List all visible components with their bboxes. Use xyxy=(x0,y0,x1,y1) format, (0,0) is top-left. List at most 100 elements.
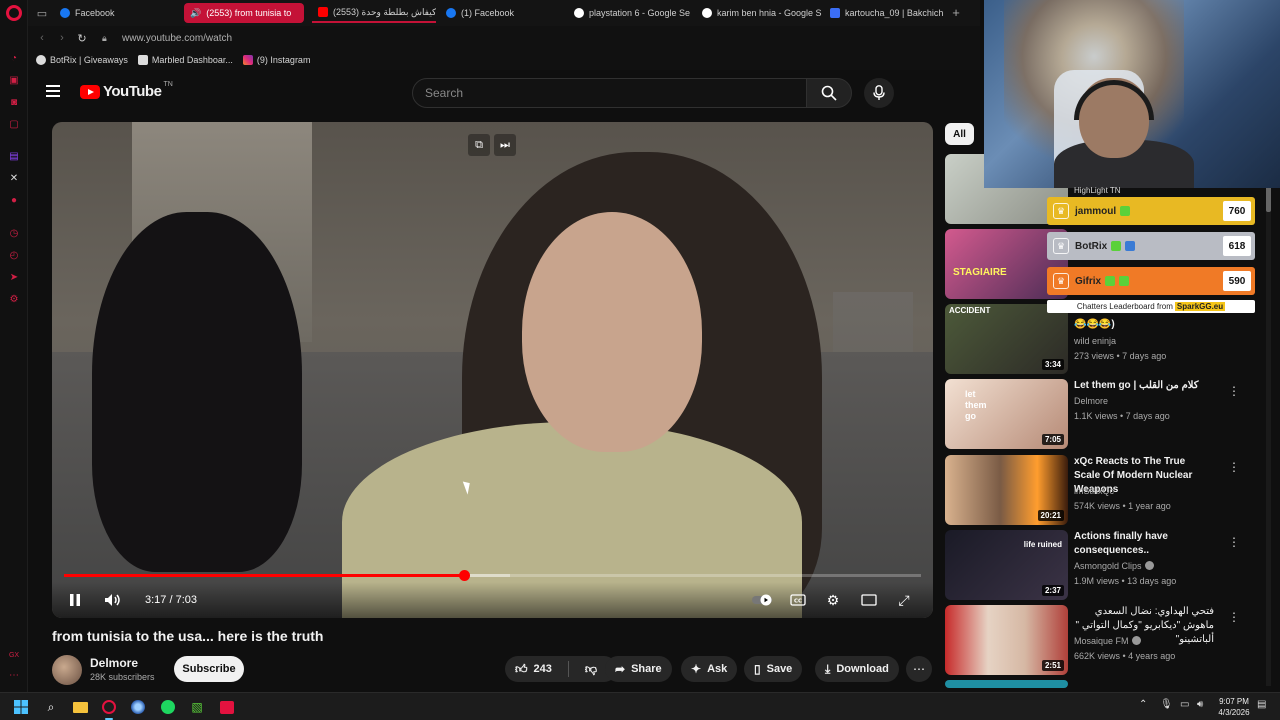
taskbar-search-icon[interactable]: ⌕ xyxy=(41,697,61,717)
send-icon[interactable]: ➤ xyxy=(7,270,21,284)
chromium-icon[interactable] xyxy=(128,697,148,717)
save-button[interactable]: ▯ Save xyxy=(744,656,803,682)
search-input[interactable] xyxy=(413,79,806,107)
autoplay-toggle-icon[interactable] xyxy=(751,588,775,612)
bag-icon[interactable]: ▣ xyxy=(7,73,21,87)
settings-icon[interactable]: ⚙ xyxy=(7,292,21,306)
clock-icon[interactable]: ◴ xyxy=(7,248,21,262)
scrollbar-thumb[interactable] xyxy=(1266,186,1271,212)
tab-facebook-2[interactable]: (1) Facebook xyxy=(440,3,566,23)
more-options-icon[interactable]: ⋮ xyxy=(1228,383,1240,399)
tray-chevron-icon[interactable]: ⌃ xyxy=(1139,699,1147,710)
footer-text: Chatters Leaderboard from xyxy=(1076,302,1173,311)
speaker-icon[interactable]: 🔊 xyxy=(190,8,201,19)
tab-google-karim[interactable]: karim ben hnia - Google S xyxy=(696,3,822,23)
channel-avatar[interactable] xyxy=(52,655,82,685)
new-tab-button[interactable]: + xyxy=(948,5,964,21)
divider xyxy=(567,661,569,677)
tab-facebook[interactable]: Facebook xyxy=(54,3,180,23)
badge-icon xyxy=(1120,206,1131,216)
forward-icon[interactable]: › xyxy=(52,28,72,48)
more-options-icon[interactable]: ⋮ xyxy=(1228,534,1240,550)
file-explorer-icon[interactable] xyxy=(70,697,90,717)
more-options-icon[interactable]: ⋮ xyxy=(1228,459,1240,475)
fullscreen-icon[interactable]: ⤢ xyxy=(892,588,916,612)
filter-chip-all[interactable]: All xyxy=(945,123,974,145)
opera-gx-icon[interactable] xyxy=(99,697,119,720)
bookmark-instagram[interactable]: (9) Instagram xyxy=(242,55,310,65)
notification-icon[interactable]: ▤ xyxy=(1257,699,1266,710)
music-icon[interactable]: ● xyxy=(7,193,21,207)
video-meta: 662K views • 4 years ago xyxy=(1074,651,1176,661)
theater-mode-icon[interactable] xyxy=(857,588,881,612)
dislike-button[interactable]: 👎︎ xyxy=(575,656,607,682)
clock-date: 4/3/2026 xyxy=(1218,708,1250,717)
like-button[interactable]: 👍︎ 243 xyxy=(505,656,562,682)
pinned-app-icon[interactable] xyxy=(217,697,237,717)
network-icon[interactable]: ▭ xyxy=(1180,699,1189,710)
app-icon[interactable]: ▧ xyxy=(187,697,207,717)
messenger-icon[interactable]: ◙ xyxy=(7,95,21,109)
progress-bar[interactable] xyxy=(64,570,921,581)
settings-gear-icon[interactable]: ⚙ xyxy=(821,588,845,612)
leader-name: Gifrix xyxy=(1075,275,1102,287)
instagram-icon[interactable]: ▢ xyxy=(7,117,21,131)
share-button[interactable]: ➦ Share xyxy=(605,656,672,682)
more-icon[interactable]: ⋯ xyxy=(7,668,21,682)
video-player[interactable]: ⧉ ⏭ 3:17 / 7:03 CC ⚙ ⤢ xyxy=(52,122,933,618)
url-field[interactable]: www.youtube.com/watch xyxy=(122,33,232,44)
pause-icon[interactable] xyxy=(63,588,87,612)
more-options-icon[interactable]: ⋮ xyxy=(1228,609,1240,625)
crown-icon: ♛ xyxy=(1053,203,1069,219)
aria-icon[interactable]: ◔ xyxy=(7,51,21,65)
x-icon[interactable]: ✕ xyxy=(7,171,21,185)
svg-text:CC: CC xyxy=(794,599,802,605)
spotify-icon[interactable] xyxy=(158,697,178,717)
ask-button[interactable]: ✦ Ask xyxy=(681,656,738,682)
windows-start-icon[interactable] xyxy=(11,697,31,717)
leader-score: 618 xyxy=(1223,236,1251,256)
video-meta: 1.1K views • 7 days ago xyxy=(1074,411,1170,421)
search-button[interactable] xyxy=(806,78,852,108)
badge-icon xyxy=(1119,276,1130,286)
youtube-play-icon xyxy=(80,84,100,99)
microphone-tray-icon[interactable]: 🎙︎ xyxy=(1160,699,1173,710)
microphone-icon xyxy=(873,85,885,100)
subscribe-button[interactable]: Subscribe xyxy=(174,656,244,682)
more-actions-icon[interactable]: ⋯ xyxy=(906,656,932,682)
address-bar: ‹ › ↻ 🔒︎ www.youtube.com/watch xyxy=(28,26,980,50)
next-video-icon[interactable]: ⏭ xyxy=(494,134,516,156)
tab-bakchich[interactable]: kartoucha_09 | Bakchich p xyxy=(824,3,946,23)
history-icon[interactable]: ◷ xyxy=(7,226,21,240)
bookmark-botrix[interactable]: BotRix | Giveaways xyxy=(36,55,128,65)
back-icon[interactable]: ‹ xyxy=(32,28,52,48)
tab-google-playstation[interactable]: playstation 6 - Google Se xyxy=(568,3,694,23)
bookmark-marbled[interactable]: Marbled Dashboar... xyxy=(137,55,233,65)
speaker-tray-icon[interactable]: 🔊︎ xyxy=(1197,699,1203,710)
leaderboard-row: ♛ jammoul 760 xyxy=(1047,197,1255,225)
video-title: Actions finally have consequences.. xyxy=(1074,531,1168,556)
tab-menu-icon[interactable]: ▭ xyxy=(32,3,52,23)
gx-icon[interactable]: GX xyxy=(7,648,21,662)
crown-icon: ♛ xyxy=(1053,273,1069,289)
volume-icon[interactable] xyxy=(101,588,125,612)
download-button[interactable]: ⤓ Download xyxy=(815,656,899,682)
voice-search-button[interactable] xyxy=(864,78,894,108)
opera-logo-icon[interactable] xyxy=(6,5,22,21)
leaderboard-row: ♛ BotRix 618 xyxy=(1047,232,1255,260)
scrollbar[interactable] xyxy=(1266,186,1271,686)
youtube-logo[interactable]: YouTube TN xyxy=(80,81,173,100)
twitch-icon[interactable]: ▤ xyxy=(7,149,21,163)
menu-icon[interactable] xyxy=(46,85,60,97)
tab-youtube-active[interactable]: 🔊 (2553) from tunisia to xyxy=(184,3,304,23)
video-thumbnail: ACCIDENT 3:34 xyxy=(945,304,1068,374)
miniplayer-icon[interactable]: ⧉ xyxy=(468,134,490,156)
thumbs-down-icon: 👎︎ xyxy=(584,661,598,676)
tab-youtube[interactable]: (2553) كيفاش بطلطة وحدة xyxy=(312,3,436,23)
lock-icon[interactable]: 🔒︎ xyxy=(102,33,114,44)
channel-name[interactable]: Delmore xyxy=(90,656,138,670)
recommendation-item-partial[interactable] xyxy=(945,680,1245,688)
captions-icon[interactable]: CC xyxy=(786,588,810,612)
system-clock[interactable]: 9:07 PM 4/3/2026 xyxy=(1216,696,1252,718)
reload-icon[interactable]: ↻ xyxy=(72,28,92,48)
